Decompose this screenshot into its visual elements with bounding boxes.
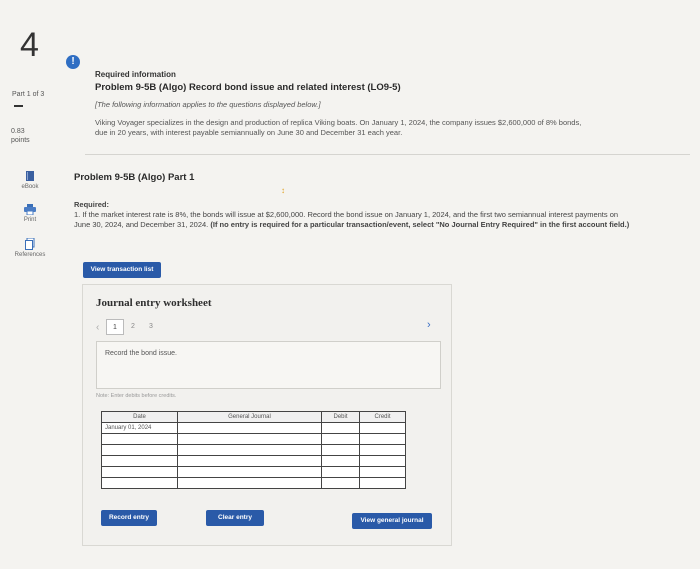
- worksheet-title: Journal entry worksheet: [96, 297, 212, 309]
- required-information-panel: Required information Problem 9-5B (Algo)…: [85, 60, 690, 155]
- print-tool[interactable]: Print: [8, 204, 52, 223]
- table-row: [101, 477, 406, 489]
- required-bold-text: (If no entry is required for a particula…: [210, 220, 630, 229]
- question-number: 4: [20, 26, 39, 64]
- book-icon: [26, 171, 34, 181]
- debit-cell[interactable]: [321, 466, 360, 478]
- credit-cell[interactable]: [359, 466, 406, 478]
- required-instructions: Required: 1. If the market interest rate…: [74, 200, 634, 230]
- credit-cell[interactable]: [359, 433, 406, 445]
- view-general-journal-button[interactable]: View general journal: [352, 513, 432, 529]
- print-icon: [24, 204, 36, 215]
- print-label: Print: [23, 217, 37, 223]
- ebook-label: eBook: [21, 184, 39, 190]
- points-display: 0.83 points: [11, 127, 30, 145]
- info-alert-icon: !: [66, 55, 80, 69]
- column-header-debit: Debit: [321, 411, 360, 423]
- part-progress-dash: [14, 105, 23, 107]
- required-info-heading: Required information: [95, 70, 176, 79]
- date-cell[interactable]: January 01, 2024: [101, 422, 178, 434]
- pager-page-3[interactable]: 3: [142, 319, 160, 335]
- scenario-text: Viking Voyager specializes in the design…: [95, 118, 582, 137]
- account-cell[interactable]: [177, 466, 322, 478]
- journal-entry-worksheet: Journal entry worksheet ‹ 1 2 3 › Record…: [82, 284, 452, 546]
- column-header-general-journal: General Journal: [177, 411, 322, 423]
- references-tool[interactable]: References: [8, 238, 52, 258]
- table-header-row: Date General Journal Debit Credit: [101, 411, 406, 423]
- column-header-credit: Credit: [359, 411, 406, 423]
- debit-cell[interactable]: [321, 477, 360, 489]
- credit-cell[interactable]: [359, 422, 406, 434]
- mouse-cursor-icon: ↕: [281, 186, 285, 195]
- table-row: [101, 455, 406, 467]
- entry-description-box: Record the bond issue.: [96, 341, 441, 389]
- journal-entry-table: Date General Journal Debit Credit Januar…: [101, 411, 406, 489]
- column-header-date: Date: [101, 411, 178, 423]
- account-cell[interactable]: [177, 422, 322, 434]
- date-cell[interactable]: [101, 466, 178, 478]
- required-label: Required:: [74, 200, 110, 209]
- part-title: Problem 9-5B (Algo) Part 1: [74, 172, 195, 183]
- question-sidebar: 4 Part 1 of 3 0.83 points eBook Print Re…: [0, 0, 60, 569]
- references-icon: [25, 238, 35, 250]
- table-row: January 01, 2024: [101, 422, 406, 434]
- table-row: [101, 466, 406, 478]
- pager-page-1[interactable]: 1: [106, 319, 124, 335]
- pager-page-2[interactable]: 2: [124, 319, 142, 335]
- date-cell[interactable]: [101, 477, 178, 489]
- points-value: 0.83: [11, 128, 25, 135]
- date-cell[interactable]: [101, 433, 178, 445]
- credit-cell[interactable]: [359, 477, 406, 489]
- part-indicator: Part 1 of 3: [12, 91, 45, 98]
- pager-next-icon[interactable]: ›: [427, 319, 431, 331]
- worksheet-pager: ‹ 1 2 3: [96, 319, 160, 335]
- account-cell[interactable]: [177, 455, 322, 467]
- view-transaction-list-button[interactable]: View transaction list: [83, 262, 161, 278]
- credit-cell[interactable]: [359, 455, 406, 467]
- debit-cell[interactable]: [321, 444, 360, 456]
- account-cell[interactable]: [177, 444, 322, 456]
- debit-cell[interactable]: [321, 433, 360, 445]
- problem-title: Problem 9-5B (Algo) Record bond issue an…: [95, 82, 401, 93]
- clear-entry-button[interactable]: Clear entry: [206, 510, 264, 526]
- account-cell[interactable]: [177, 477, 322, 489]
- references-label: References: [14, 252, 46, 258]
- entry-description: Record the bond issue.: [105, 350, 177, 357]
- ebook-tool[interactable]: eBook: [8, 170, 52, 190]
- debit-credit-note: Note: Enter debits before credits.: [96, 393, 177, 399]
- table-row: [101, 444, 406, 456]
- date-cell[interactable]: [101, 444, 178, 456]
- credit-cell[interactable]: [359, 444, 406, 456]
- points-label: points: [11, 137, 30, 144]
- debit-cell[interactable]: [321, 422, 360, 434]
- info-note: [The following information applies to th…: [95, 100, 321, 109]
- account-cell[interactable]: [177, 433, 322, 445]
- pager-prev-icon[interactable]: ‹: [96, 322, 106, 333]
- record-entry-button[interactable]: Record entry: [101, 510, 157, 526]
- table-row: [101, 433, 406, 445]
- debit-cell[interactable]: [321, 455, 360, 467]
- date-cell[interactable]: [101, 455, 178, 467]
